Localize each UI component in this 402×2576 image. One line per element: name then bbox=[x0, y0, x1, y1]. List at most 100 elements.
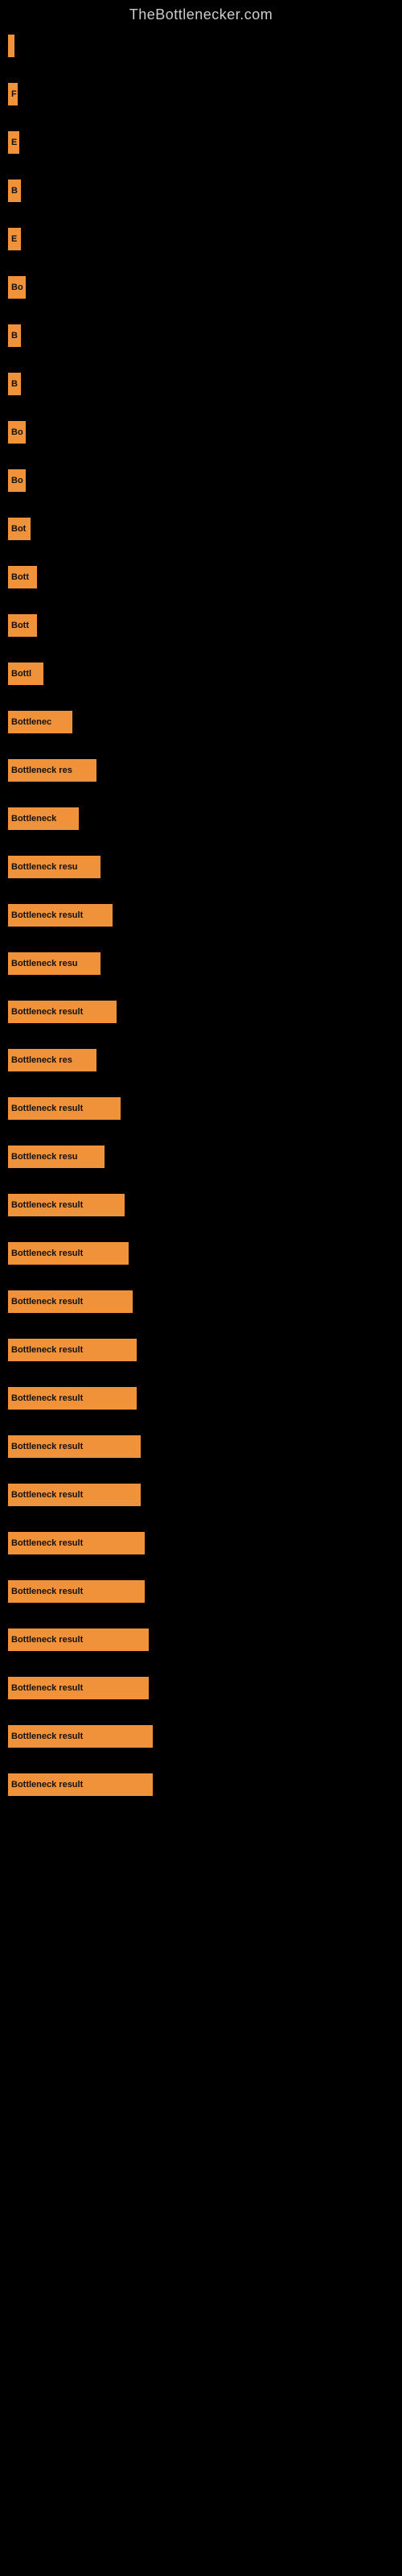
bar-label: Bottleneck result bbox=[11, 1587, 83, 1596]
bar-row-wrapper: Bottleneck result bbox=[8, 1242, 402, 1266]
bar-row: Bottleneck res bbox=[8, 1049, 402, 1071]
bar-row-wrapper: Bottleneck result bbox=[8, 1290, 402, 1315]
bar-row: Bottleneck result bbox=[8, 1339, 402, 1361]
bar: Bottleneck result bbox=[8, 1435, 141, 1458]
bar: Bottleneck result bbox=[8, 1194, 125, 1216]
bar-label: Bottleneck resu bbox=[11, 862, 78, 872]
bar: Bottlenec bbox=[8, 711, 72, 733]
bar-row-wrapper: Bottleneck result bbox=[8, 1435, 402, 1459]
bar-row: Bot bbox=[8, 518, 402, 540]
bar-row-wrapper: Bottleneck result bbox=[8, 1484, 402, 1508]
bar-label: Bottleneck result bbox=[11, 1249, 83, 1258]
bar-row: E bbox=[8, 228, 402, 250]
bar-row: Bottleneck bbox=[8, 807, 402, 830]
bar-row-wrapper: Bottleneck result bbox=[8, 1387, 402, 1411]
bar: Bottleneck result bbox=[8, 1580, 145, 1603]
bar-row-wrapper: E bbox=[8, 131, 402, 155]
bar-row-wrapper: Bottl bbox=[8, 663, 402, 687]
bar-row: Bo bbox=[8, 276, 402, 299]
bar-label: Bottleneck result bbox=[11, 1345, 83, 1355]
bar-label: Bottleneck result bbox=[11, 1732, 83, 1741]
bar-row: Bottleneck result bbox=[8, 1435, 402, 1458]
bar-label: Bott bbox=[11, 621, 29, 630]
bar-row-wrapper: Bott bbox=[8, 566, 402, 590]
bar-label: Bottleneck result bbox=[11, 1635, 83, 1645]
bar: Bottleneck result bbox=[8, 1484, 141, 1506]
bar-label: Bottleneck res bbox=[11, 1055, 72, 1065]
bar-row-wrapper: Bottleneck result bbox=[8, 1580, 402, 1604]
bar-row: Bottleneck result bbox=[8, 1290, 402, 1313]
bar-label: Bott bbox=[11, 572, 29, 582]
bar-label: Bottlenec bbox=[11, 717, 51, 727]
bar-label: Bottleneck result bbox=[11, 1490, 83, 1500]
bar: Bot bbox=[8, 518, 31, 540]
bar-row: Bottleneck result bbox=[8, 1725, 402, 1748]
bar-row: Bottleneck result bbox=[8, 1194, 402, 1216]
bar-row: Bottleneck result bbox=[8, 1773, 402, 1796]
bar-row-wrapper: Bottleneck resu bbox=[8, 856, 402, 880]
bar-row-wrapper: Bottlenec bbox=[8, 711, 402, 735]
bar-row-wrapper: Bottleneck result bbox=[8, 1725, 402, 1749]
bar: Bottleneck result bbox=[8, 1001, 117, 1023]
bar: Bottleneck result bbox=[8, 1290, 133, 1313]
bar-row: Bottlenec bbox=[8, 711, 402, 733]
bar: Bottleneck result bbox=[8, 1629, 149, 1651]
bar-label: Bottleneck result bbox=[11, 910, 83, 920]
bar-label: Bo bbox=[11, 283, 23, 292]
bar-label: B bbox=[11, 331, 18, 341]
bar-row-wrapper: Bottleneck res bbox=[8, 759, 402, 783]
bar-row: Bott bbox=[8, 566, 402, 588]
bar-label: B bbox=[11, 379, 18, 389]
bar-row-wrapper: Bottleneck result bbox=[8, 1773, 402, 1798]
bar-label: Bo bbox=[11, 427, 23, 437]
bar: F bbox=[8, 83, 18, 105]
bar-row-wrapper bbox=[8, 35, 402, 59]
bar-row: Bottleneck result bbox=[8, 1001, 402, 1023]
bar-row-wrapper: Bo bbox=[8, 469, 402, 493]
bar-row: F bbox=[8, 83, 402, 105]
bar-row: B bbox=[8, 324, 402, 347]
bar: B bbox=[8, 324, 21, 347]
bar-row-wrapper: Bottleneck bbox=[8, 807, 402, 832]
bar: Bottleneck result bbox=[8, 1339, 137, 1361]
bar-row: Bottleneck result bbox=[8, 1097, 402, 1120]
bar-row: Bottleneck result bbox=[8, 1242, 402, 1265]
bar-row: Bottleneck res bbox=[8, 759, 402, 782]
bar-label: Bottleneck bbox=[11, 814, 56, 824]
bar: Bottleneck result bbox=[8, 1532, 145, 1554]
bar: Bo bbox=[8, 421, 26, 444]
bar-row: B bbox=[8, 180, 402, 202]
bar: Bottleneck result bbox=[8, 1677, 149, 1699]
bar-label: Bottleneck result bbox=[11, 1780, 83, 1790]
bar: Bottleneck result bbox=[8, 1242, 129, 1265]
bar-row: Bottleneck resu bbox=[8, 952, 402, 975]
bar bbox=[8, 35, 14, 57]
bar-row-wrapper: B bbox=[8, 180, 402, 204]
bar-row-wrapper: Bottleneck result bbox=[8, 1629, 402, 1653]
bar-row-wrapper: B bbox=[8, 373, 402, 397]
bar-label: F bbox=[11, 89, 17, 99]
bar-row: Bottl bbox=[8, 663, 402, 685]
bar-row: E bbox=[8, 131, 402, 154]
bar-label: Bottleneck result bbox=[11, 1007, 83, 1017]
bar: Bottleneck resu bbox=[8, 856, 100, 878]
bar-row-wrapper: Bottleneck result bbox=[8, 1677, 402, 1701]
bar-row: Bottleneck resu bbox=[8, 1146, 402, 1168]
bar-label: Bottleneck result bbox=[11, 1538, 83, 1548]
bar-label: Bottleneck result bbox=[11, 1442, 83, 1451]
bar-row: Bottleneck result bbox=[8, 1629, 402, 1651]
bar-row: Bott bbox=[8, 614, 402, 637]
bar-row: Bo bbox=[8, 469, 402, 492]
bar: B bbox=[8, 373, 21, 395]
bar-row-wrapper: Bottleneck resu bbox=[8, 952, 402, 976]
bar-label: E bbox=[11, 234, 17, 244]
bar-row-wrapper: Bottleneck result bbox=[8, 1194, 402, 1218]
bar-row: Bottleneck result bbox=[8, 904, 402, 927]
bar-label: Bottleneck result bbox=[11, 1297, 83, 1307]
bar-row-wrapper: Bottleneck result bbox=[8, 1001, 402, 1025]
bar-label: Bottleneck resu bbox=[11, 1152, 78, 1162]
bar-row: Bottleneck result bbox=[8, 1580, 402, 1603]
bar-row-wrapper: Bottleneck result bbox=[8, 904, 402, 928]
bar-row-wrapper: B bbox=[8, 324, 402, 349]
bar: Bottleneck res bbox=[8, 759, 96, 782]
